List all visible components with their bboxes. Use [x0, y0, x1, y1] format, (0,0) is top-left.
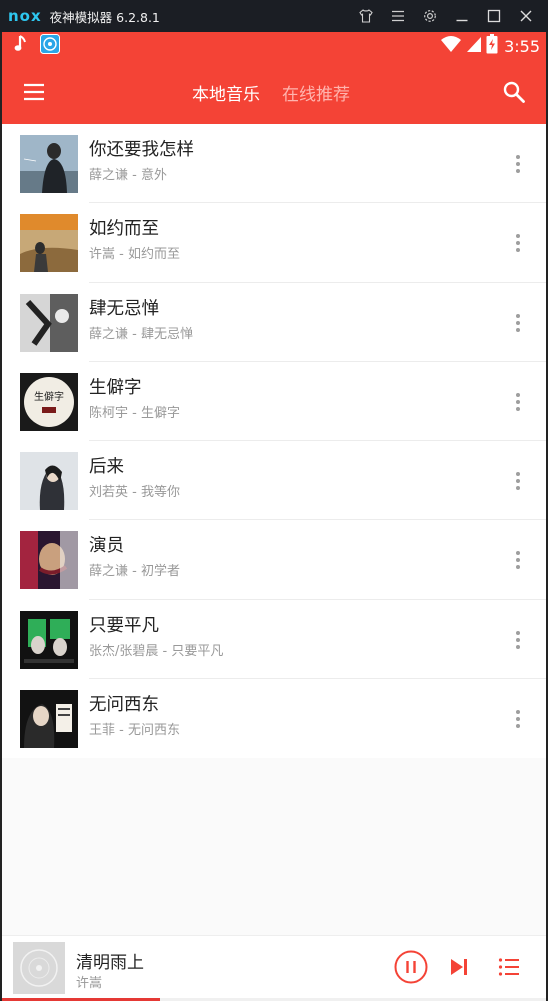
battery-charging-icon: [486, 34, 498, 58]
minimize-icon[interactable]: [446, 0, 478, 32]
now-playing-title: 清明雨上: [76, 953, 144, 973]
more-options-icon[interactable]: [508, 469, 528, 493]
more-options-icon[interactable]: [508, 390, 528, 414]
wifi-icon: [440, 35, 462, 57]
song-row[interactable]: 你还要我怎样 薛之谦 - 意外: [2, 124, 546, 204]
album-cover: [20, 452, 78, 511]
music-note-icon: [14, 35, 28, 57]
pause-button[interactable]: [393, 950, 429, 988]
song-subtitle: 薛之谦 - 意外: [89, 168, 167, 183]
song-title: 演员: [89, 536, 124, 557]
song-title: 无问西东: [89, 695, 159, 716]
song-row[interactable]: 无问西东 王菲 - 无问西东: [2, 679, 546, 758]
skip-next-icon: [447, 955, 471, 983]
emulator-title-bar: nox 夜神模拟器 6.2.8.1: [0, 0, 548, 32]
playlist-button[interactable]: [491, 951, 527, 987]
album-cover: [20, 610, 78, 669]
hamburger-menu-icon[interactable]: [20, 78, 48, 106]
song-row[interactable]: 如约而至 许嵩 - 如约而至: [2, 203, 546, 283]
more-options-icon[interactable]: [508, 311, 528, 335]
song-subtitle: 薛之谦 - 肆无忌惮: [89, 326, 193, 342]
signal-icon: [466, 35, 482, 57]
song-subtitle: 王菲 - 无问西东: [89, 723, 180, 739]
svg-text:生僻字: 生僻字: [34, 390, 64, 403]
now-playing-cover[interactable]: [13, 942, 65, 994]
song-title: 你还要我怎样: [89, 140, 194, 160]
menu-icon[interactable]: [382, 0, 414, 32]
more-options-icon[interactable]: [508, 628, 528, 652]
song-title: 生僻字: [89, 377, 142, 398]
album-cover: 生僻字: [20, 372, 78, 431]
app-bar: 本地音乐 在线推荐: [2, 60, 546, 124]
album-cover: [20, 214, 78, 273]
song-subtitle: 张杰/张碧晨 - 只要平凡: [89, 643, 224, 659]
nox-logo: nox: [8, 7, 42, 25]
more-options-icon[interactable]: [508, 231, 528, 255]
tab-online-recommend[interactable]: 在线推荐: [282, 80, 350, 105]
song-row[interactable]: 后来 刘若英 - 我等你: [2, 441, 546, 521]
close-icon[interactable]: [510, 0, 542, 32]
gear-icon[interactable]: [414, 0, 446, 32]
app-notification-icon: [40, 34, 60, 58]
phone-screen: 3:55 本地音乐 在线推荐 你还要我怎样 薛之谦 - 意外 如约而至 许嵩 -…: [2, 32, 546, 1001]
song-title: 肆无忌惮: [89, 298, 159, 319]
song-row[interactable]: 演员 薛之谦 - 初学者: [2, 520, 546, 600]
status-time: 3:55: [504, 36, 540, 56]
song-subtitle: 刘若英 - 我等你: [89, 485, 180, 501]
search-icon[interactable]: [500, 78, 528, 106]
status-bar: 3:55: [2, 32, 546, 60]
album-cover: [20, 531, 78, 590]
album-cover: [20, 293, 78, 352]
emulator-title: 夜神模拟器 6.2.8.1: [49, 9, 160, 25]
pause-icon: [394, 950, 428, 988]
now-playing-artist: 许嵩: [76, 976, 103, 991]
song-row[interactable]: 生僻字 生僻字 陈柯宇 - 生僻字: [2, 362, 546, 442]
more-options-icon[interactable]: [508, 548, 528, 572]
song-subtitle: 薛之谦 - 初学者: [89, 564, 180, 580]
song-title: 如约而至: [89, 219, 159, 240]
playlist-icon: [498, 956, 520, 982]
next-button[interactable]: [441, 951, 477, 987]
more-options-icon[interactable]: [508, 707, 528, 731]
album-cover: [20, 135, 78, 193]
song-subtitle: 陈柯宇 - 生僻字: [89, 405, 180, 421]
tshirt-icon[interactable]: [350, 0, 382, 32]
maximize-icon[interactable]: [478, 0, 510, 32]
album-cover: [20, 690, 78, 749]
song-title: 只要平凡: [89, 615, 159, 636]
song-list: 你还要我怎样 薛之谦 - 意外 如约而至 许嵩 - 如约而至 肆无忌惮 薛之谦 …: [2, 124, 546, 759]
song-title: 后来: [89, 457, 124, 478]
mini-player[interactable]: 清明雨上 许嵩: [2, 935, 546, 1001]
song-subtitle: 许嵩 - 如约而至: [89, 247, 180, 263]
tab-local-music[interactable]: 本地音乐: [192, 80, 260, 105]
more-options-icon[interactable]: [508, 152, 528, 176]
song-row[interactable]: 只要平凡 张杰/张碧晨 - 只要平凡: [2, 600, 546, 680]
song-row[interactable]: 肆无忌惮 薛之谦 - 肆无忌惮: [2, 283, 546, 362]
